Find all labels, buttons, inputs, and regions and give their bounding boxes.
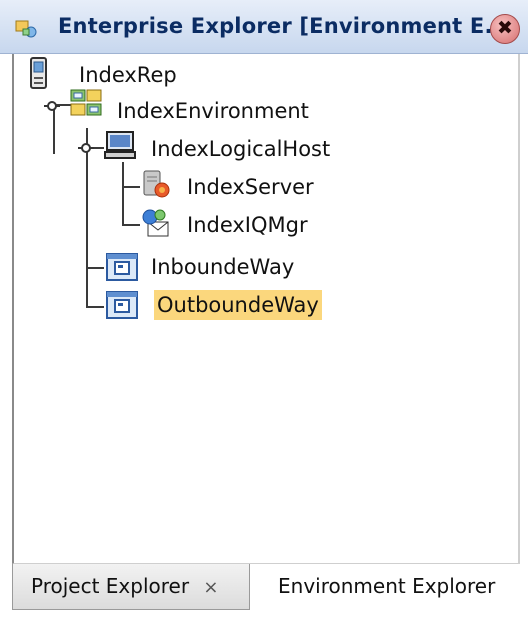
tab-label: Environment Explorer <box>278 574 496 598</box>
server-icon <box>143 170 170 198</box>
iq-manager-icon <box>142 209 169 237</box>
tree-node-label[interactable]: IndexEnvironment <box>114 96 312 126</box>
eway-icon <box>106 291 138 319</box>
environment-icon <box>70 89 102 116</box>
tree-connector <box>122 224 140 226</box>
panel-title: Enterprise Explorer [Environment E... <box>58 14 510 38</box>
tree-node-label[interactable]: IndexServer <box>184 172 317 202</box>
tab-environment-explorer[interactable]: Environment Explorer <box>260 564 510 610</box>
expanded-toggle-icon[interactable] <box>44 98 60 114</box>
eway-icon <box>106 253 138 281</box>
tab-close-icon[interactable]: × <box>203 577 218 598</box>
tree-connector <box>86 306 104 308</box>
repository-icon <box>30 57 47 89</box>
tree-connector <box>122 186 140 188</box>
tab-project-explorer[interactable]: Project Explorer × <box>12 564 250 610</box>
explorer-tab-strip: Project Explorer × Environment Explorer <box>0 564 528 619</box>
tree-node-label[interactable]: IndexRep <box>76 60 180 90</box>
explorer-icon <box>15 20 37 38</box>
tree-connector <box>86 267 104 269</box>
enterprise-explorer-panel: Enterprise Explorer [Environment E... ✖ <box>0 0 528 619</box>
close-panel-button[interactable]: ✖ <box>490 14 520 44</box>
tree-node-label[interactable]: IndexLogicalHost <box>148 134 333 164</box>
tree-node-label[interactable]: InboundeWay <box>148 252 297 282</box>
environment-tree[interactable]: IndexRep IndexEnvironment IndexLogicalHo… <box>12 54 520 564</box>
logical-host-icon <box>104 131 136 159</box>
tree-node-label[interactable]: IndexIQMgr <box>184 210 311 240</box>
expanded-toggle-icon[interactable] <box>78 140 94 156</box>
tab-label: Project Explorer <box>31 574 190 598</box>
tree-connector <box>122 162 124 226</box>
panel-title-bar: Enterprise Explorer [Environment E... ✖ <box>0 0 528 54</box>
tree-node-label-selected[interactable]: OutboundeWay <box>154 290 322 320</box>
